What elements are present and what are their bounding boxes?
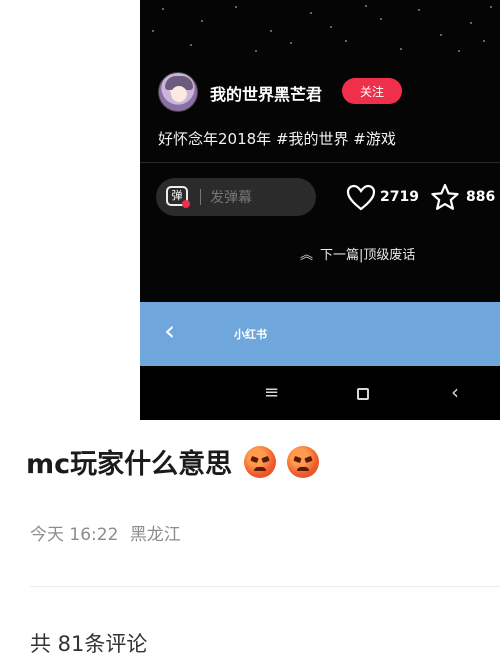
star-speck <box>162 8 164 10</box>
star-speck <box>418 9 420 11</box>
square-icon[interactable] <box>357 388 369 400</box>
chevron-left-icon[interactable]: ‹ <box>164 316 175 346</box>
star-speck <box>235 6 237 8</box>
star-speck <box>458 50 460 52</box>
star-speck <box>470 22 472 24</box>
post-meta: 今天 16:22 黑龙江 <box>30 520 187 545</box>
star-speck <box>330 26 332 28</box>
danmaku-input[interactable] <box>210 178 300 216</box>
favorite-count: 886 <box>466 189 496 205</box>
heart-icon <box>346 184 376 211</box>
next-post-label: 下一篇|顶级废话 <box>320 248 416 263</box>
star-speck <box>201 20 203 22</box>
star-speck <box>152 30 154 32</box>
angry-face-emoji-icon <box>243 446 276 478</box>
post-screenshot: 我的世界黑芒君 关注 好怀念年2018年 #我的世界 #游戏 弹 2719 88… <box>140 0 500 420</box>
post-caption: 好怀念年2018年 #我的世界 #游戏 <box>158 130 396 148</box>
comment-count[interactable]: 共 81条评论 <box>30 628 147 658</box>
star-speck <box>440 34 442 36</box>
star-speck <box>380 18 382 20</box>
star-speck <box>270 30 272 32</box>
follow-button[interactable]: 关注 <box>342 78 402 104</box>
star-speck <box>490 6 492 8</box>
android-nav-bar: ≡ ‹ <box>140 366 500 420</box>
post-location: 黑龙江 <box>129 525 181 545</box>
divider <box>30 586 500 587</box>
star-speck <box>190 44 192 46</box>
post-title-text: mc玩家什么意思 <box>26 449 233 480</box>
star-icon <box>431 183 459 210</box>
danmaku-separator <box>200 189 201 205</box>
back-chevron-icon[interactable]: ‹ <box>451 382 459 402</box>
post-title: mc玩家什么意思 <box>26 442 319 481</box>
star-speck <box>255 50 257 52</box>
next-post-link[interactable]: ︽ 下一篇|顶级废话 <box>300 244 415 264</box>
xhs-banner: ‹ 小红书 <box>140 302 500 366</box>
angry-face-emoji-icon <box>286 446 319 478</box>
star-speck <box>290 42 292 44</box>
double-chevron-up-icon: ︽ <box>300 248 314 263</box>
xhs-logo: 小红书 <box>234 328 267 341</box>
star-speck <box>483 40 485 42</box>
avatar[interactable] <box>158 72 198 112</box>
author-name[interactable]: 我的世界黑芒君 <box>210 81 322 105</box>
divider <box>140 162 500 163</box>
like-count: 2719 <box>380 189 419 205</box>
star-speck <box>310 12 312 14</box>
post-time: 今天 16:22 <box>30 525 119 545</box>
starfield-decoration <box>140 0 500 60</box>
menu-icon[interactable]: ≡ <box>264 384 279 402</box>
danmaku-input-box[interactable]: 弹 <box>156 178 316 216</box>
danmaku-check-icon <box>182 200 190 208</box>
star-speck <box>345 40 347 42</box>
star-speck <box>400 48 402 50</box>
author-row: 我的世界黑芒君 关注 <box>158 72 498 112</box>
star-speck <box>365 5 367 7</box>
